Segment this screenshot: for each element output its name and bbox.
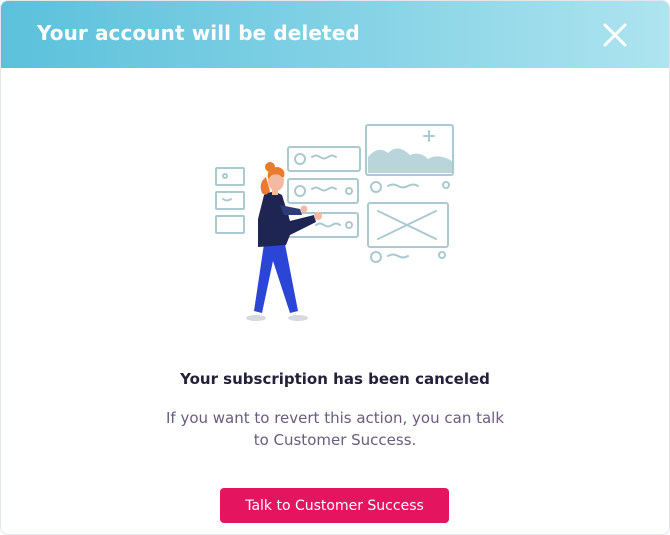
account-deletion-modal: Your account will be deleted Your subscr… [0, 0, 670, 535]
modal-header: Your account will be deleted [1, 1, 669, 68]
close-icon [603, 23, 627, 47]
subscription-canceled-heading: Your subscription has been canceled [180, 370, 490, 388]
talk-to-customer-success-button[interactable]: Talk to Customer Success [220, 488, 449, 523]
revert-instructions-text: If you want to revert this action, you c… [165, 409, 505, 449]
person-presenting-wireframes-illustration [215, 124, 454, 321]
close-button[interactable] [601, 21, 629, 49]
modal-title: Your account will be deleted [37, 21, 360, 45]
